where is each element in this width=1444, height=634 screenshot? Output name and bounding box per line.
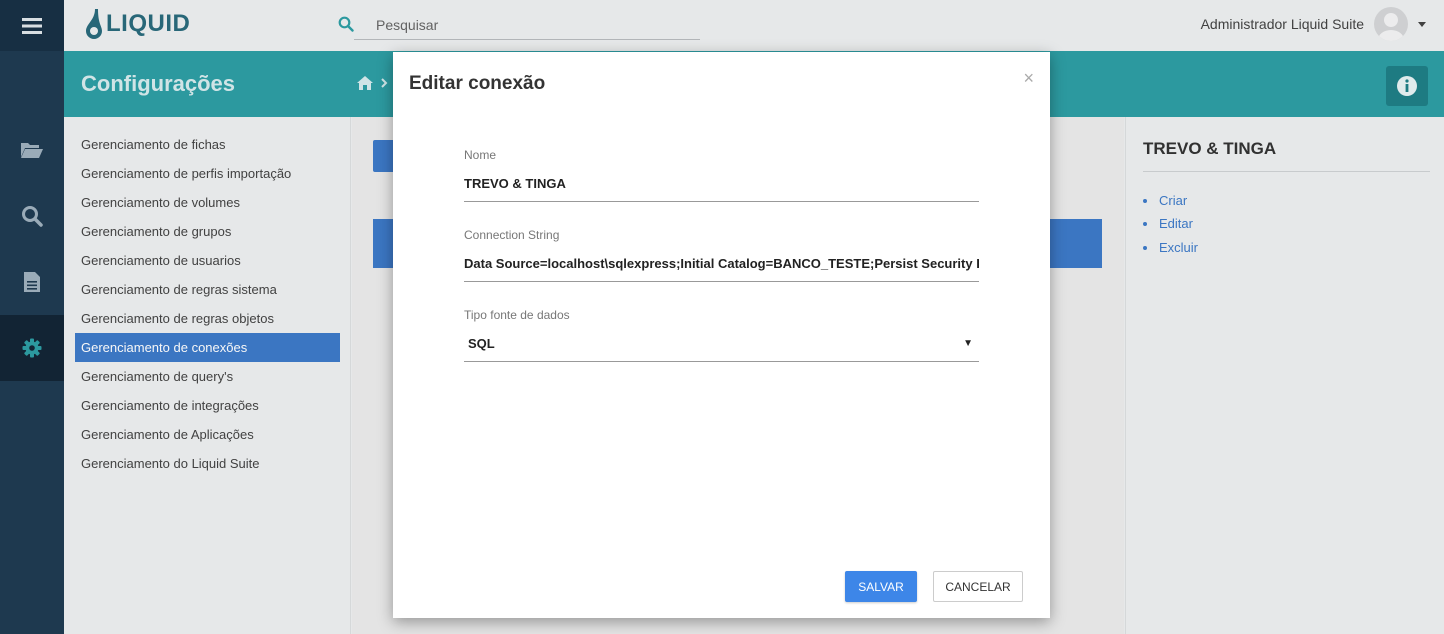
nome-label: Nome bbox=[464, 148, 497, 162]
save-button[interactable]: SALVAR bbox=[845, 571, 917, 602]
tipo-fonte-field: Tipo fonte de dados SQL ▼ bbox=[464, 308, 979, 362]
nome-field: Nome TREVO & TINGA bbox=[464, 148, 979, 202]
connection-string-label: Connection String bbox=[464, 228, 560, 242]
cancel-button[interactable]: CANCELAR bbox=[933, 571, 1023, 602]
nome-input[interactable]: TREVO & TINGA bbox=[464, 176, 979, 202]
tipo-fonte-value: SQL bbox=[468, 336, 495, 351]
dialog-title: Editar conexão bbox=[409, 73, 546, 94]
connection-string-input[interactable]: Data Source=localhost\sqlexpress;Initial… bbox=[464, 256, 979, 282]
close-icon[interactable]: × bbox=[1023, 68, 1034, 89]
dropdown-arrow-icon: ▼ bbox=[963, 338, 973, 349]
tipo-fonte-label: Tipo fonte de dados bbox=[464, 308, 570, 322]
tipo-fonte-select[interactable]: SQL ▼ bbox=[464, 336, 979, 362]
connection-string-field: Connection String Data Source=localhost\… bbox=[464, 228, 979, 282]
edit-connection-dialog: Editar conexão × Nome TREVO & TINGA Conn… bbox=[393, 52, 1050, 618]
